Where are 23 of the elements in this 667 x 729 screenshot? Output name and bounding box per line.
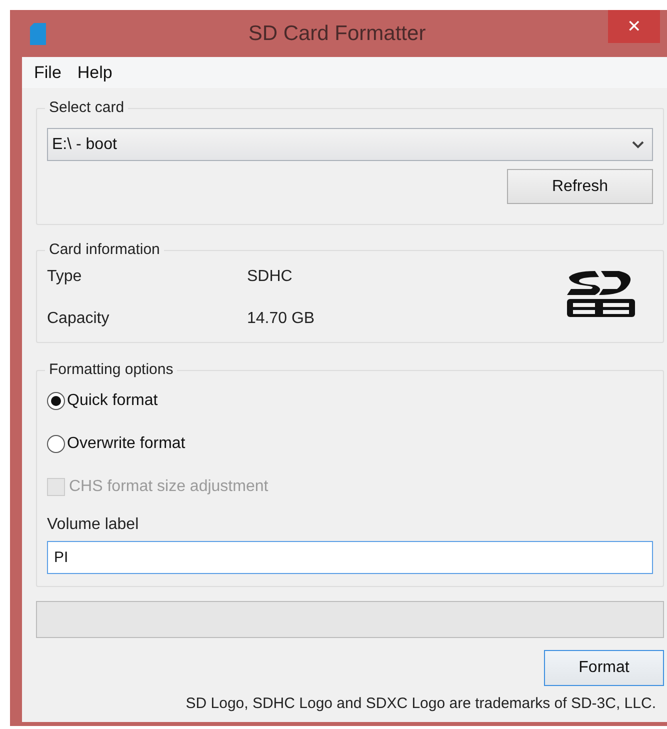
info-label: Capacity	[47, 309, 110, 329]
checkbox-label: CHS format size adjustment	[69, 477, 268, 497]
volume-label-field[interactable]: PI	[47, 541, 653, 574]
sdhc-logo-icon	[565, 269, 637, 319]
menu-item[interactable]: Help	[71, 60, 118, 86]
menu-item[interactable]: File	[28, 60, 68, 86]
close-button[interactable]: ✕	[608, 10, 660, 43]
info-value: 14.70 GB	[247, 309, 315, 329]
sd-card-icon	[30, 22, 46, 44]
field-label: Volume label	[47, 515, 140, 535]
radio-button[interactable]	[47, 392, 65, 410]
info-label: Type	[47, 267, 83, 287]
group-title: Formatting options	[45, 360, 178, 380]
window-title: SD Card Formatter	[248, 20, 426, 47]
radio-option[interactable]: Quick format	[47, 389, 653, 413]
radio-option[interactable]: Overwrite format	[47, 432, 653, 456]
refresh-button[interactable]: Refresh	[507, 169, 653, 204]
card-dropdown[interactable]: E:\ - boot	[47, 128, 653, 161]
format-button[interactable]: Format	[544, 650, 664, 686]
info-value: SDHC	[247, 267, 292, 287]
trademark-notice: SD Logo, SDHC Logo and SDXC Logo are trademarks of SD-3C, LLC.	[186, 694, 656, 714]
chevron-down-icon	[632, 140, 644, 148]
radio-button[interactable]	[47, 435, 65, 453]
